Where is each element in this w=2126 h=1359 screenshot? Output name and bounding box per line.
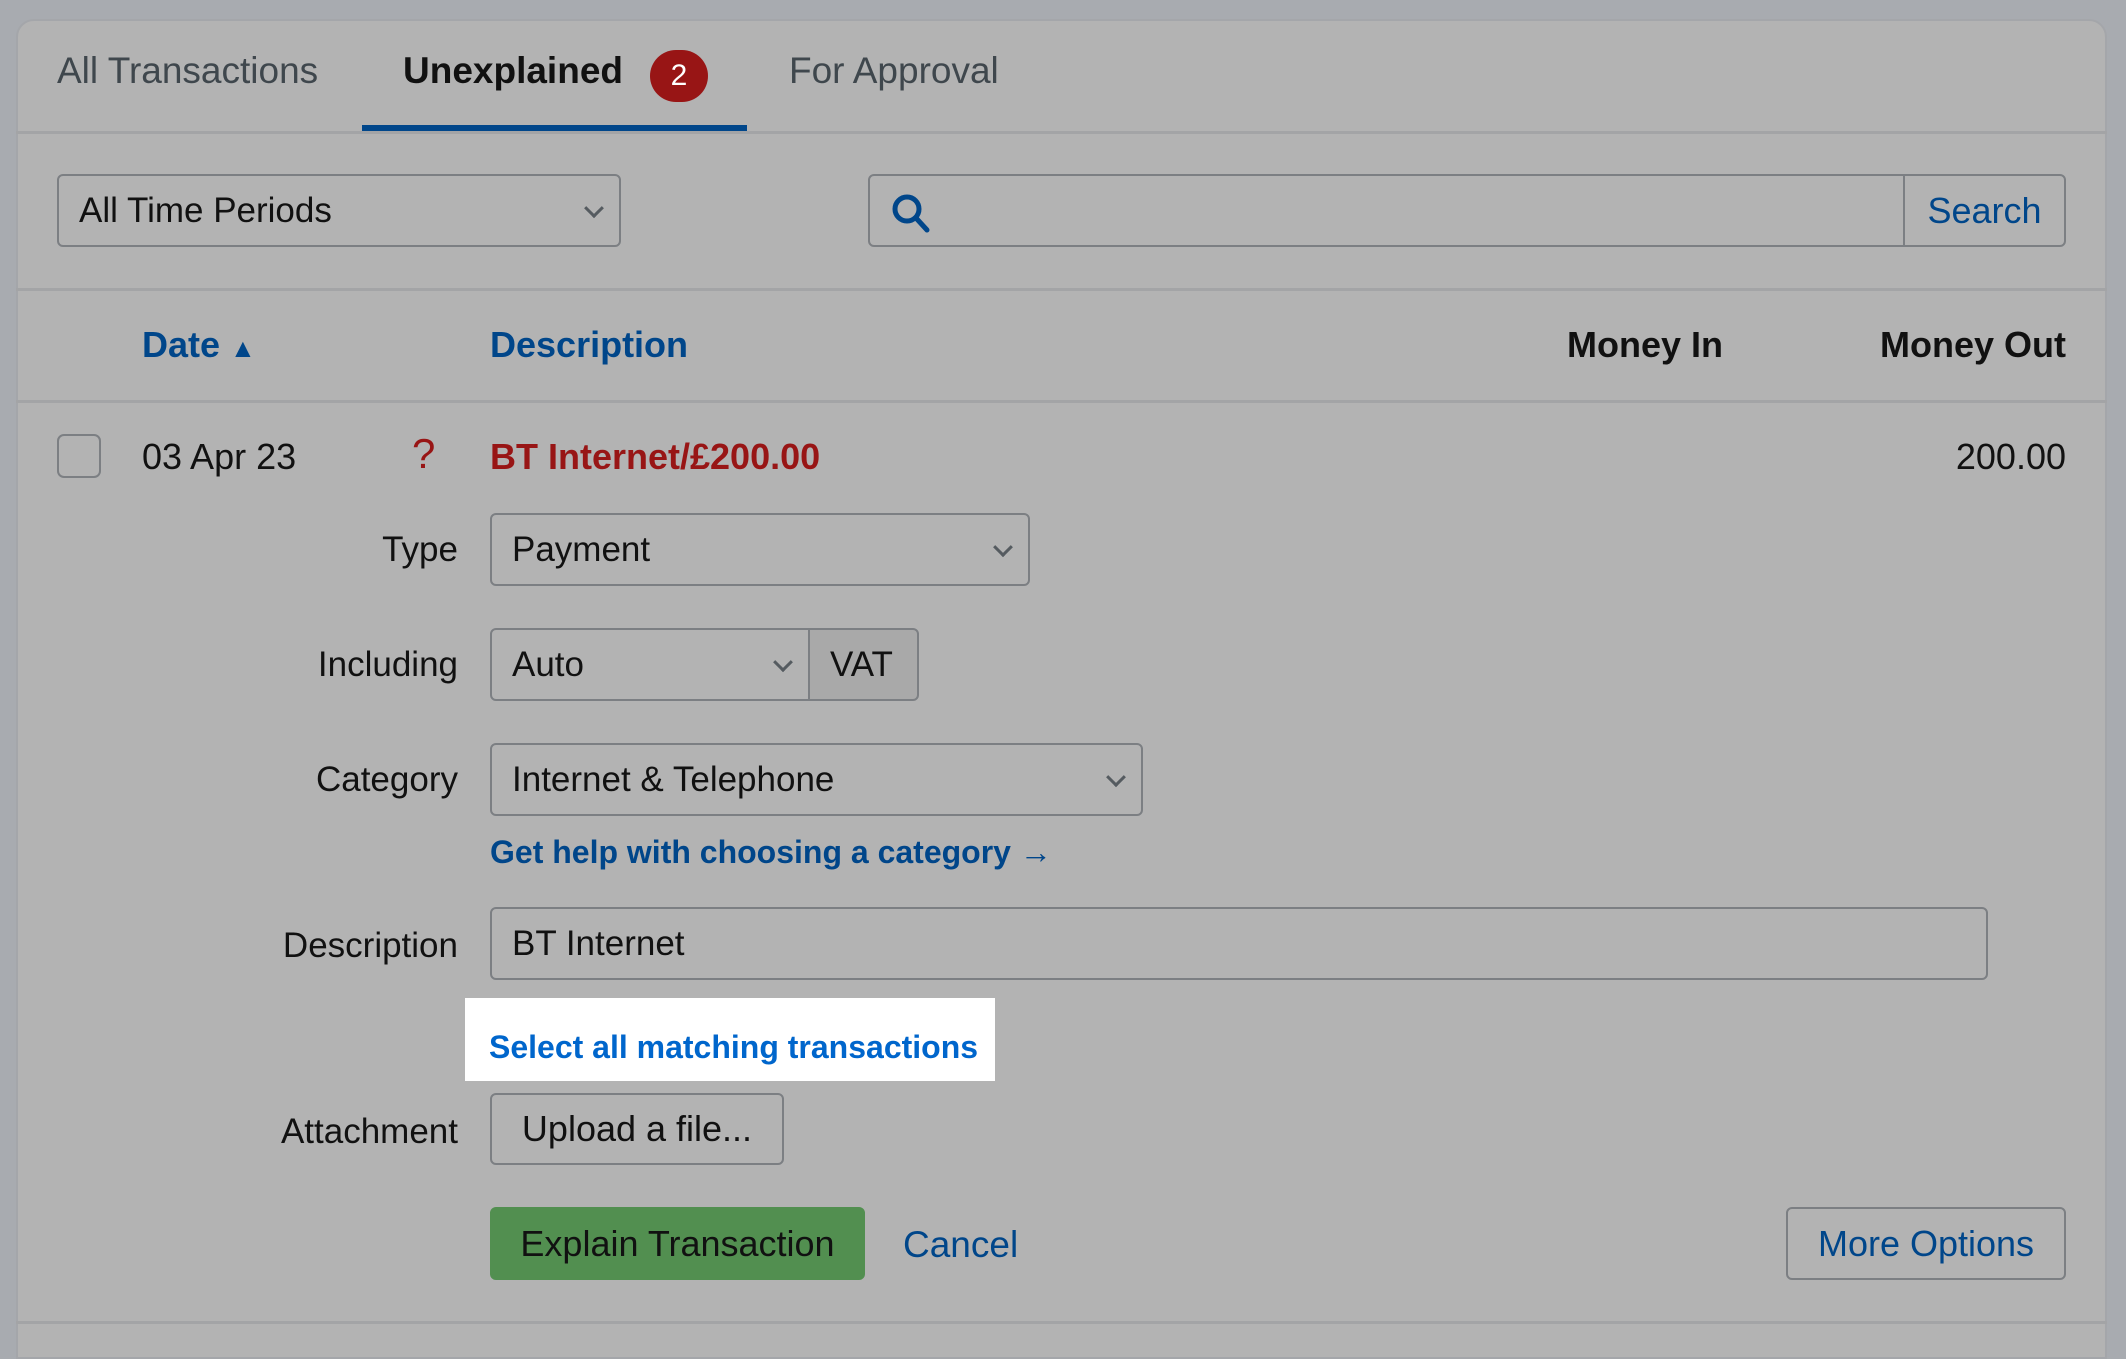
- tab-unexplained[interactable]: Unexplained: [403, 50, 623, 92]
- transaction-description[interactable]: BT Internet/£200.00: [490, 436, 820, 478]
- including-select[interactable]: Auto: [490, 628, 810, 701]
- time-period-select[interactable]: All Time Periods: [57, 174, 621, 247]
- search-icon: [892, 194, 930, 233]
- search-button[interactable]: Search: [1903, 176, 2064, 245]
- upload-file-button[interactable]: Upload a file...: [490, 1093, 784, 1165]
- category-help-link[interactable]: Get help with choosing a category →: [490, 834, 1052, 871]
- transaction-date: 03 Apr 23: [142, 436, 297, 477]
- money-in-column-header: Money In: [1566, 324, 1723, 365]
- chevron-down-icon: [1106, 766, 1126, 787]
- divider: [16, 288, 2107, 291]
- select-matching-transactions-link[interactable]: Select all matching transactions: [489, 1029, 978, 1066]
- attachment-label: Attachment: [280, 1112, 458, 1151]
- search-input[interactable]: [950, 176, 1890, 245]
- description-input[interactable]: [490, 907, 1988, 980]
- vat-addon: VAT: [808, 628, 919, 701]
- search-field: Search: [868, 174, 2066, 247]
- divider: [16, 131, 2107, 134]
- category-select[interactable]: Internet & Telephone: [490, 743, 1143, 816]
- divider: [16, 400, 2107, 403]
- description-column-header[interactable]: Description: [490, 324, 688, 366]
- divider: [16, 1321, 2107, 1324]
- explain-transaction-button[interactable]: Explain Transaction: [490, 1207, 865, 1280]
- type-label: Type: [382, 530, 458, 569]
- date-header-label: Date: [142, 324, 221, 365]
- cancel-button[interactable]: Cancel: [903, 1224, 1018, 1266]
- including-value: Auto: [512, 644, 584, 684]
- unexplained-count-badge: 2: [650, 50, 708, 102]
- transaction-checkbox[interactable]: [57, 434, 101, 478]
- category-value: Internet & Telephone: [512, 759, 835, 799]
- including-label: Including: [317, 645, 458, 684]
- sort-ascending-icon: ▲: [230, 333, 256, 363]
- money-out-column-header: Money Out: [1880, 324, 2066, 365]
- more-options-button[interactable]: More Options: [1786, 1207, 2066, 1280]
- chevron-down-icon: [993, 536, 1013, 557]
- transaction-money-out: 200.00: [1955, 436, 2066, 477]
- type-select[interactable]: Payment: [490, 513, 1030, 586]
- description-label: Description: [282, 926, 458, 965]
- date-column-header[interactable]: Date ▲: [142, 324, 256, 366]
- type-value: Payment: [512, 529, 651, 569]
- chevron-down-icon: [584, 197, 604, 218]
- tab-all-transactions[interactable]: All Transactions: [57, 50, 318, 92]
- category-label: Category: [315, 760, 458, 799]
- vat-label: VAT: [830, 644, 893, 684]
- time-period-value: All Time Periods: [79, 190, 332, 230]
- unexplained-question-icon: ?: [412, 430, 436, 477]
- tab-for-approval[interactable]: For Approval: [789, 50, 999, 92]
- chevron-down-icon: [773, 651, 793, 672]
